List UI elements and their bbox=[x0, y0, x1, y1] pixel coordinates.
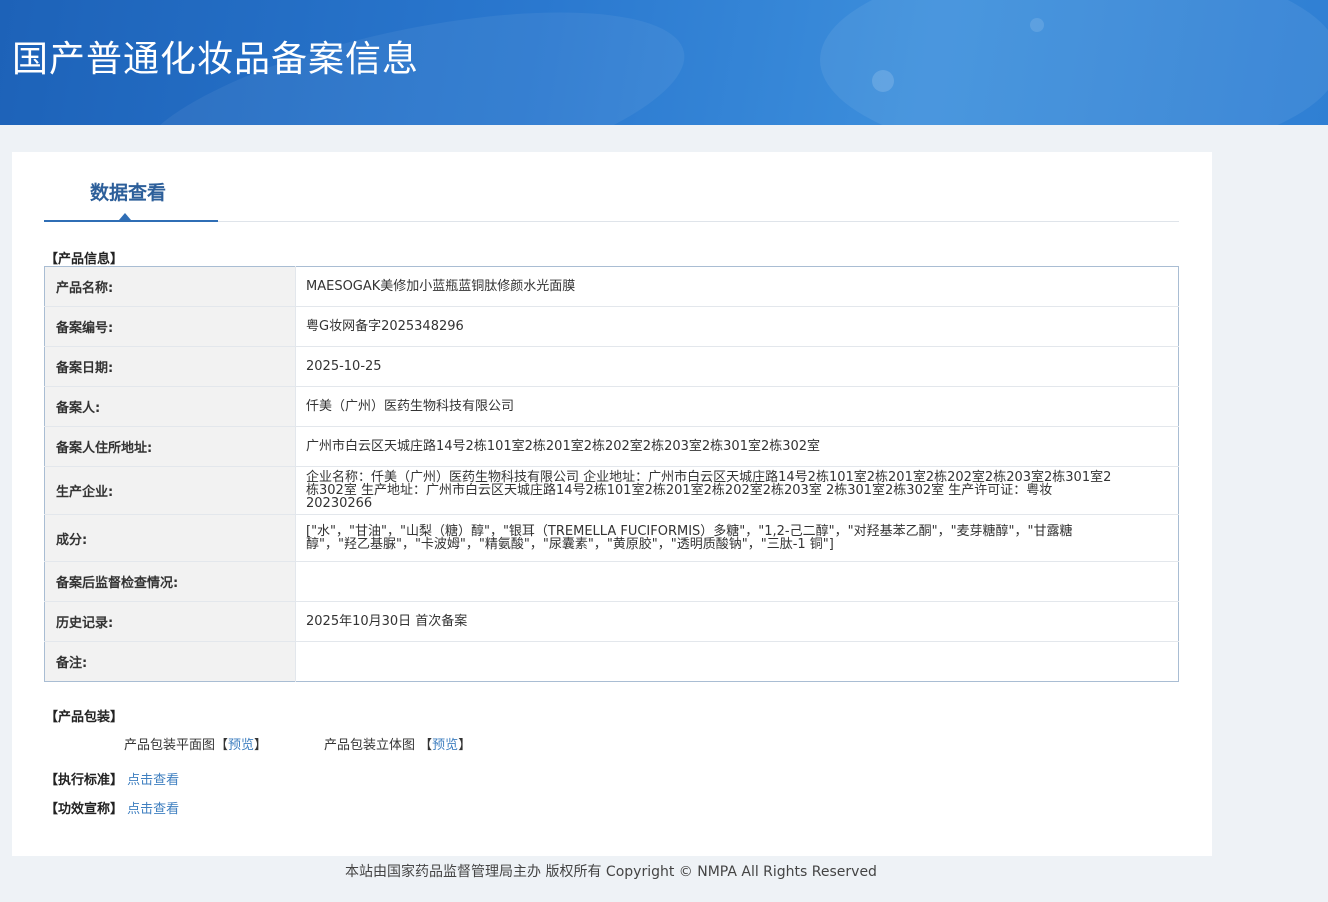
footer: 本站由国家药品监督管理局主办 版权所有 Copyright © NMPA All… bbox=[345, 864, 877, 880]
row-key: 成分: bbox=[44, 514, 296, 562]
row-key: 备注: bbox=[44, 641, 296, 682]
row-key: 产品名称: bbox=[44, 266, 296, 307]
product-info-title: 【产品信息】 bbox=[45, 252, 124, 267]
row-value: 仟美（广州）医药生物科技有限公司 bbox=[295, 386, 1179, 427]
banner-decoration bbox=[820, 0, 1328, 125]
table-row: 产品名称: MAESOGAK美修加小蓝瓶蓝铜肽修颜水光面膜 bbox=[44, 266, 1179, 307]
standard-view-link[interactable]: 点击查看 bbox=[127, 773, 179, 788]
preview-stereo-link[interactable]: 预览 bbox=[432, 738, 458, 753]
tab-label: 数据查看 bbox=[90, 182, 167, 204]
row-value: 粤G妆网备字2025348296 bbox=[295, 306, 1179, 347]
packaging-flat-item: 产品包装平面图【预览】 bbox=[124, 734, 267, 753]
table-row: 历史记录: 2025年10月30日 首次备案 bbox=[44, 601, 1179, 642]
bracket: 】 bbox=[458, 738, 472, 753]
efficacy-title: 【功效宣称】 bbox=[45, 802, 124, 817]
row-value bbox=[295, 641, 1179, 682]
banner-decoration bbox=[1030, 18, 1044, 32]
efficacy-view-link[interactable]: 点击查看 bbox=[127, 802, 179, 817]
content-panel: 数据查看 【产品信息】 产品名称: MAESOGAK美修加小蓝瓶蓝铜肽修颜水光面… bbox=[12, 152, 1212, 856]
page-title: 国产普通化妆品备案信息 bbox=[12, 39, 420, 80]
tab-indicator-arrow-icon bbox=[119, 213, 131, 220]
row-value: 2025年10月30日 首次备案 bbox=[295, 601, 1179, 642]
bracket: 】 bbox=[254, 738, 268, 753]
bracket: 【 bbox=[215, 738, 229, 753]
table-row: 备案人住所地址: 广州市白云区天城庄路14号2栋101室2栋201室2栋202室… bbox=[44, 426, 1179, 467]
banner-decoration bbox=[872, 70, 894, 92]
row-value: 企业名称：仟美（广州）医药生物科技有限公司 企业地址：广州市白云区天城庄路14号… bbox=[295, 466, 1179, 515]
row-key: 备案编号: bbox=[44, 306, 296, 347]
product-info-table: 产品名称: MAESOGAK美修加小蓝瓶蓝铜肽修颜水光面膜 备案编号: 粤G妆网… bbox=[44, 266, 1179, 682]
table-row: 备注: bbox=[44, 641, 1179, 682]
preview-flat-link[interactable]: 预览 bbox=[228, 738, 254, 753]
tab-data-view[interactable]: 数据查看 bbox=[44, 152, 218, 222]
table-row: 成分: ["水"，"甘油"，"山梨（糖）醇"，"银耳（TREMELLA FUCI… bbox=[44, 514, 1179, 562]
tab-bar: 数据查看 bbox=[44, 152, 1179, 222]
row-key: 备案后监督检查情况: bbox=[44, 561, 296, 602]
row-value: ["水"，"甘油"，"山梨（糖）醇"，"银耳（TREMELLA FUCIFORM… bbox=[295, 514, 1179, 562]
row-value: 广州市白云区天城庄路14号2栋101室2栋201室2栋202室2栋203室2栋3… bbox=[295, 426, 1179, 467]
row-key: 历史记录: bbox=[44, 601, 296, 642]
row-value bbox=[295, 561, 1179, 602]
row-key: 生产企业: bbox=[44, 466, 296, 515]
table-row: 备案日期: 2025-10-25 bbox=[44, 346, 1179, 387]
packaging-stereo-item: 产品包装立体图 【预览】 bbox=[324, 734, 471, 753]
bracket: 【 bbox=[419, 738, 433, 753]
packaging-title: 【产品包装】 bbox=[45, 710, 124, 725]
header-banner: 国产普通化妆品备案信息 bbox=[0, 0, 1328, 125]
row-key: 备案人: bbox=[44, 386, 296, 427]
row-key: 备案日期: bbox=[44, 346, 296, 387]
efficacy-row: 【功效宣称】 点击查看 bbox=[45, 798, 179, 817]
row-value: 2025-10-25 bbox=[295, 346, 1179, 387]
table-row: 生产企业: 企业名称：仟美（广州）医药生物科技有限公司 企业地址：广州市白云区天… bbox=[44, 466, 1179, 515]
packaging-stereo-label: 产品包装立体图 bbox=[324, 738, 416, 753]
standard-row: 【执行标准】 点击查看 bbox=[45, 769, 179, 788]
table-row: 备案编号: 粤G妆网备字2025348296 bbox=[44, 306, 1179, 347]
table-row: 备案人: 仟美（广州）医药生物科技有限公司 bbox=[44, 386, 1179, 427]
row-key: 备案人住所地址: bbox=[44, 426, 296, 467]
packaging-flat-label: 产品包装平面图 bbox=[124, 738, 216, 753]
standard-title: 【执行标准】 bbox=[45, 773, 124, 788]
table-row: 备案后监督检查情况: bbox=[44, 561, 1179, 602]
row-value: MAESOGAK美修加小蓝瓶蓝铜肽修颜水光面膜 bbox=[306, 279, 576, 294]
